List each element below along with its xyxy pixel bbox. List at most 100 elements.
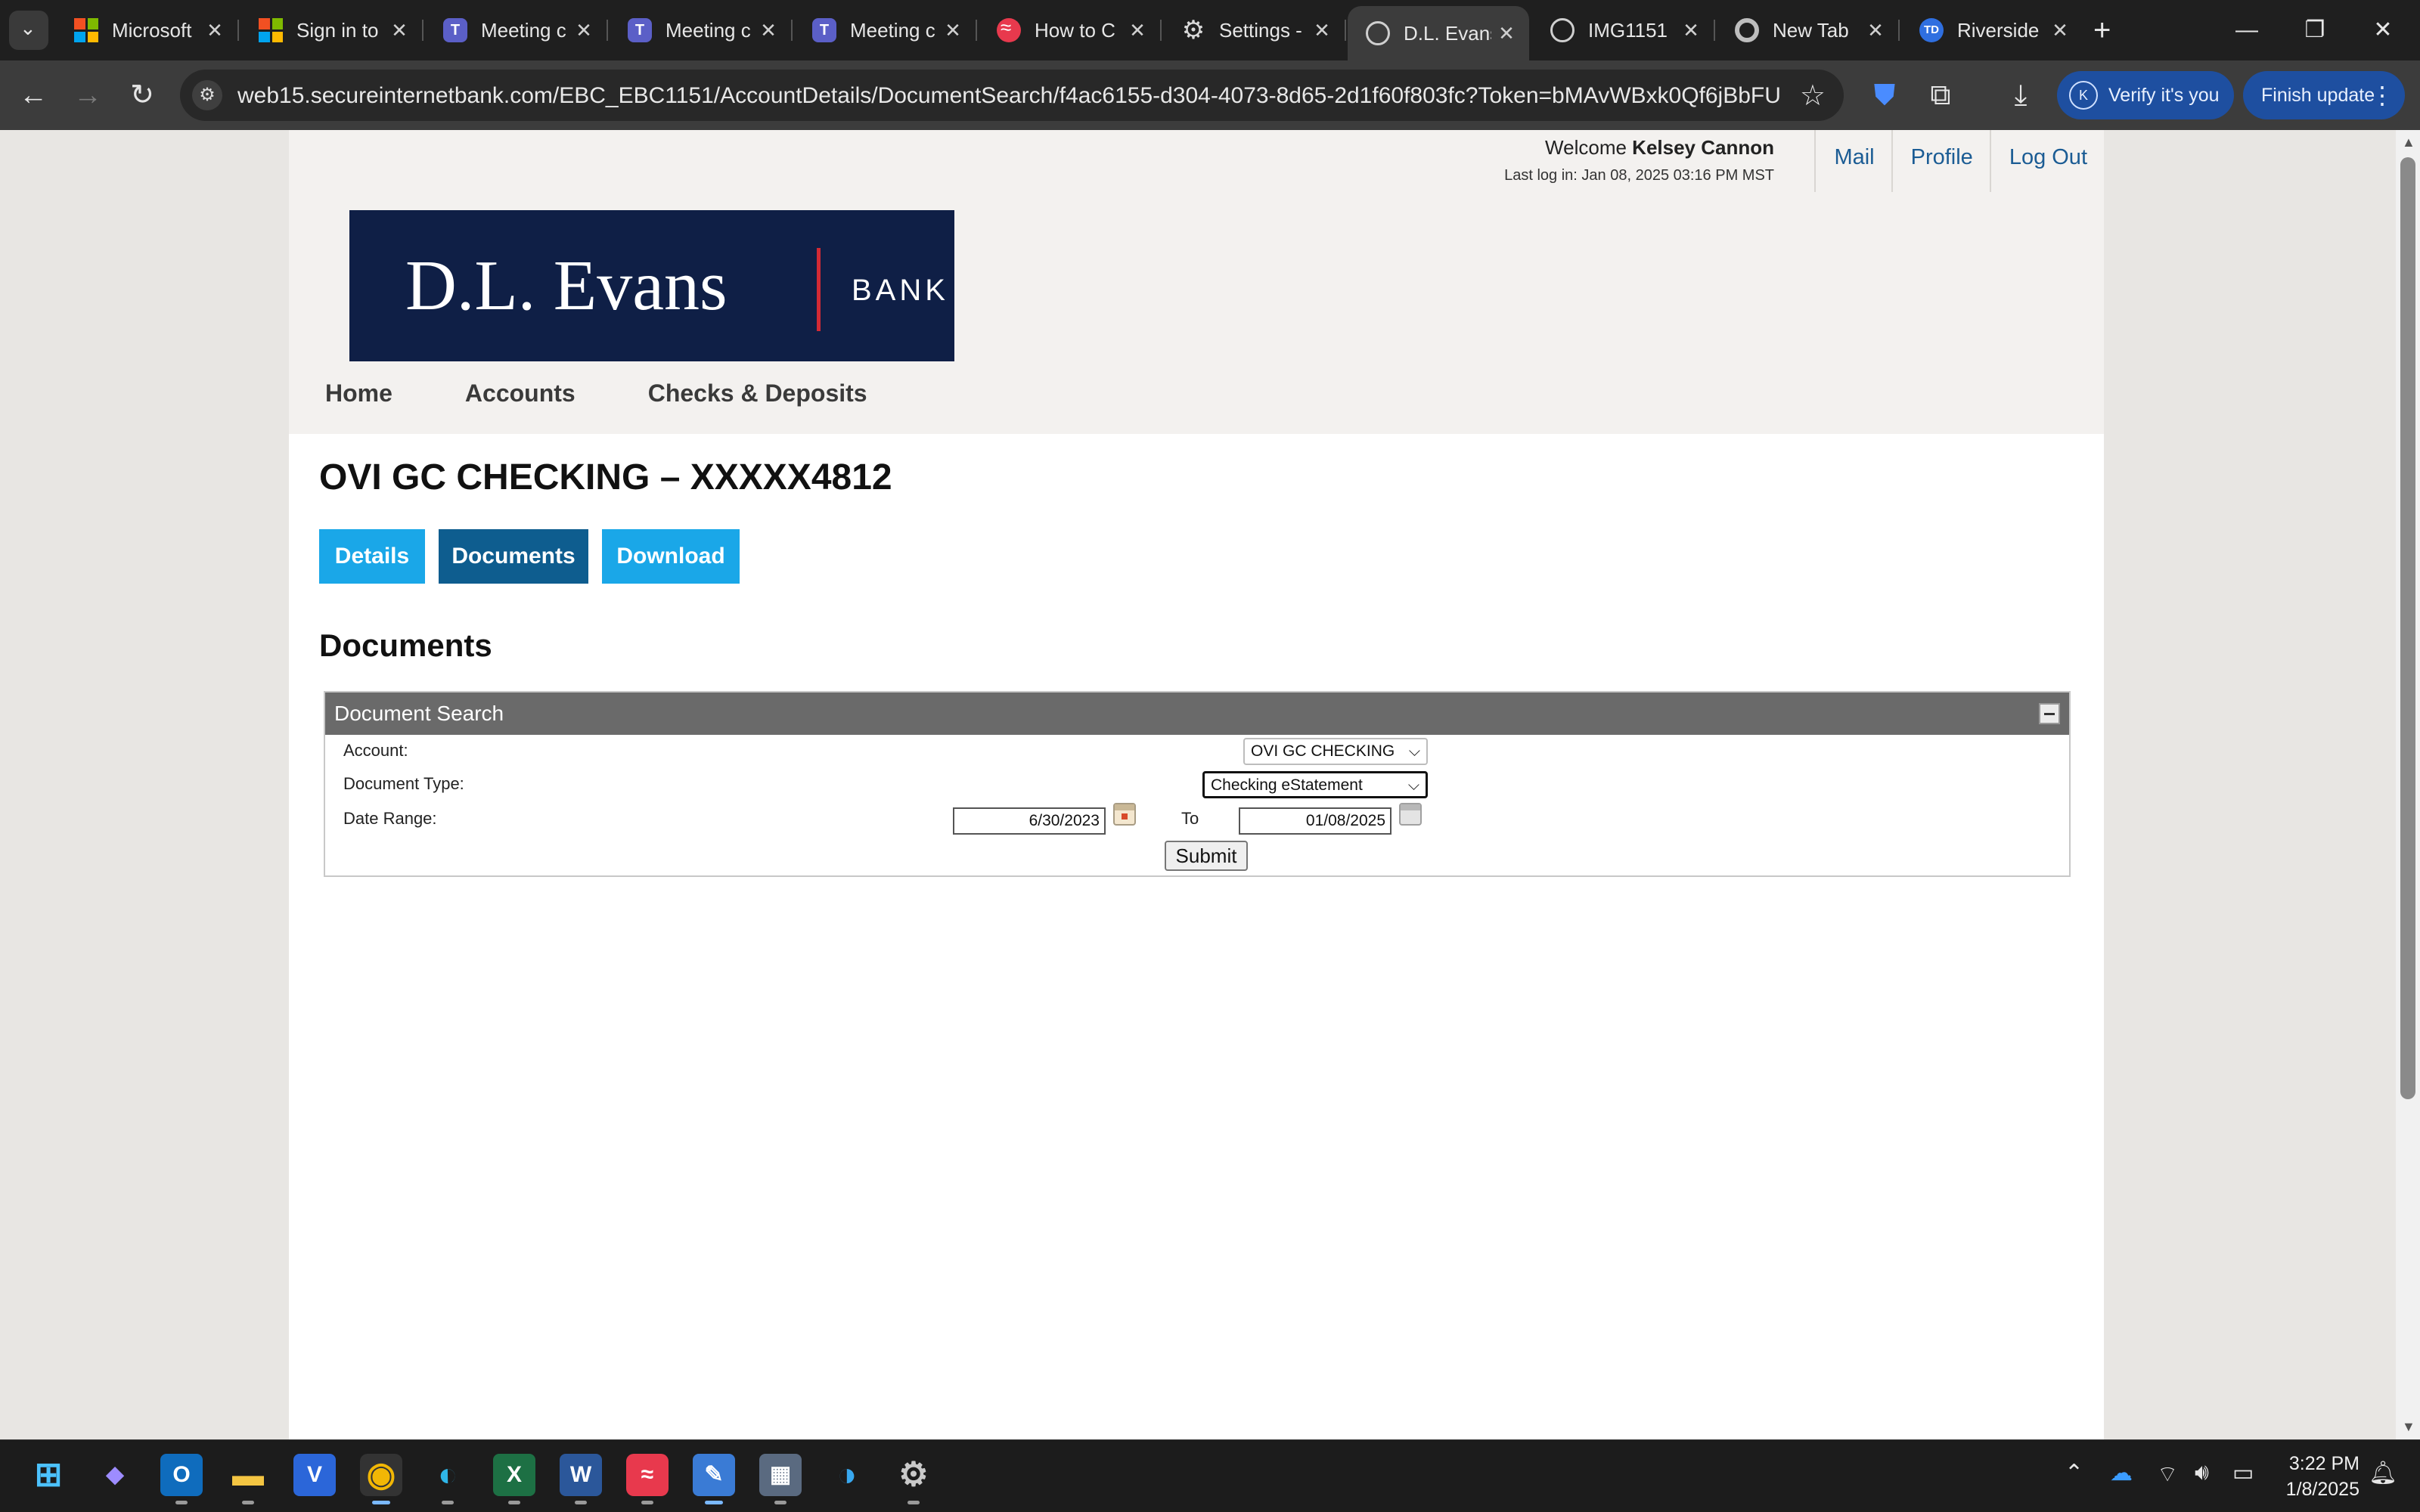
- welcome-block: Welcome Kelsey Cannon Last log in: Jan 0…: [1504, 136, 1774, 184]
- browser-tab-active[interactable]: D.L. Evans ✕: [1348, 6, 1529, 60]
- subtab-documents[interactable]: Documents: [439, 529, 588, 584]
- bookmark-star-icon[interactable]: ☆: [1800, 79, 1826, 113]
- browser-tab[interactable]: T Meeting c ✕: [794, 6, 977, 54]
- wifi-icon[interactable]: ⌔: [2157, 1460, 2178, 1489]
- scroll-down-icon[interactable]: ▼: [2402, 1419, 2415, 1435]
- word-icon[interactable]: W: [560, 1454, 602, 1504]
- page-viewport: Welcome Kelsey Cannon Last log in: Jan 0…: [0, 130, 2396, 1439]
- close-icon[interactable]: ✕: [569, 19, 599, 42]
- browser-tab[interactable]: IMG1151 ✕: [1532, 6, 1715, 54]
- volume-icon[interactable]: 🔊︎: [2195, 1460, 2209, 1486]
- browser-tab[interactable]: How to C ✕: [979, 6, 1162, 54]
- onedrive-icon[interactable]: ☁: [2110, 1460, 2133, 1486]
- shield-extension-icon[interactable]: ⛊: [1865, 76, 1904, 115]
- browser-tab[interactable]: ⚙ Settings - ✕: [1163, 6, 1346, 54]
- visio-icon[interactable]: V: [293, 1454, 336, 1496]
- pen-app-icon[interactable]: ✎: [693, 1454, 735, 1504]
- nav-accounts[interactable]: Accounts: [465, 380, 576, 434]
- documents-heading: Documents: [319, 627, 492, 663]
- tab-label: D.L. Evans: [1404, 21, 1491, 45]
- site-info-icon[interactable]: ⚙: [192, 80, 222, 110]
- teams-icon: T: [443, 18, 467, 42]
- downloads-icon[interactable]: ⤓: [2001, 76, 2040, 115]
- mail-link[interactable]: Mail: [1814, 130, 1891, 192]
- globe-icon: [1550, 18, 1575, 42]
- excel-icon[interactable]: X: [493, 1454, 535, 1504]
- browser-tab[interactable]: Microsoft ✕: [56, 6, 239, 54]
- close-icon[interactable]: ✕: [938, 19, 968, 42]
- bank-header: Welcome Kelsey Cannon Last log in: Jan 0…: [289, 130, 2104, 434]
- extensions-icon[interactable]: ⧉: [1921, 76, 1960, 115]
- calculator-icon[interactable]: ▦: [759, 1454, 802, 1504]
- verify-identity-button[interactable]: K Verify it's you: [2057, 71, 2234, 119]
- chevron-down-icon: ⌵: [1408, 743, 1420, 760]
- tab-search-button[interactable]: ⌄: [9, 11, 48, 50]
- close-icon[interactable]: ✕: [1676, 19, 1706, 42]
- address-bar[interactable]: ⚙ web15.secureinternetbank.com/EBC_EBC11…: [180, 70, 1844, 121]
- nav-home[interactable]: Home: [325, 380, 392, 434]
- finish-update-button[interactable]: Finish update ⋮: [2243, 71, 2405, 119]
- scroll-up-icon[interactable]: ▲: [2402, 135, 2415, 150]
- date-to-input[interactable]: 01/08/2025: [1239, 807, 1392, 835]
- browser-tab[interactable]: New Tab ✕: [1717, 6, 1900, 54]
- settings-icon[interactable]: ⚙: [892, 1454, 935, 1504]
- close-icon[interactable]: ✕: [384, 19, 414, 42]
- restore-button[interactable]: ❐: [2281, 11, 2349, 50]
- back-button[interactable]: ←: [15, 77, 51, 113]
- chrome-icon: [1735, 18, 1759, 42]
- calendar-icon[interactable]: [1399, 803, 1422, 826]
- reload-button[interactable]: ↻: [124, 77, 160, 113]
- date-from-input[interactable]: 6/30/2023: [953, 807, 1106, 835]
- chrome-icon[interactable]: ◉: [360, 1454, 402, 1504]
- browser-tab[interactable]: Sign in to ✕: [240, 6, 424, 54]
- microsoft-icon: [259, 18, 283, 42]
- forward-button[interactable]: →: [70, 77, 106, 113]
- profile-link[interactable]: Profile: [1891, 130, 1990, 192]
- calendar-icon[interactable]: [1113, 803, 1136, 826]
- close-icon[interactable]: ✕: [1860, 19, 1891, 42]
- minimize-button[interactable]: —: [2213, 11, 2281, 50]
- battery-icon[interactable]: ▭: [2232, 1460, 2254, 1486]
- notification-bell-icon[interactable]: 🔔︎: [2369, 1460, 2397, 1486]
- close-icon[interactable]: ✕: [200, 19, 230, 42]
- scrollbar-thumb[interactable]: [2400, 157, 2415, 1099]
- edge-dev-icon[interactable]: ◑: [826, 1454, 868, 1496]
- copilot-icon[interactable]: ◆: [94, 1454, 136, 1496]
- close-icon[interactable]: ✕: [1122, 19, 1153, 42]
- browser-tab[interactable]: T Meeting c ✕: [610, 6, 793, 54]
- close-icon[interactable]: ✕: [753, 19, 783, 42]
- logout-link[interactable]: Log Out: [1989, 130, 2104, 192]
- window-close-button[interactable]: ✕: [2349, 11, 2417, 50]
- url-text[interactable]: web15.secureinternetbank.com/EBC_EBC1151…: [237, 83, 1780, 109]
- close-icon[interactable]: ✕: [1491, 22, 1522, 45]
- bank-logo[interactable]: D.L. Evans BANK: [349, 210, 954, 361]
- subtab-download[interactable]: Download: [602, 529, 740, 584]
- more-menu-icon[interactable]: ⋮: [2370, 71, 2394, 119]
- browser-tab[interactable]: T Meeting c ✕: [425, 6, 608, 54]
- windows-start-icon[interactable]: ⊞: [27, 1454, 70, 1496]
- new-tab-button[interactable]: +: [2093, 14, 2111, 47]
- globe-icon: [1366, 21, 1390, 45]
- subtab-details[interactable]: Details: [319, 529, 425, 584]
- file-explorer-icon[interactable]: ▬: [227, 1454, 269, 1504]
- submit-button[interactable]: Submit: [1165, 841, 1248, 871]
- close-icon[interactable]: ✕: [2045, 19, 2075, 42]
- document-type-select[interactable]: Checking eStatement ⌵: [1202, 771, 1428, 798]
- date-range-label: Date Range:: [343, 809, 437, 828]
- taskbar-clock[interactable]: 3:22 PM 1/8/2025: [2269, 1451, 2360, 1502]
- account-select[interactable]: OVI GC CHECKING ⌵: [1243, 738, 1428, 765]
- collapse-icon[interactable]: [2039, 703, 2060, 724]
- edge-icon[interactable]: ◐: [427, 1454, 469, 1504]
- logo-name: D.L. Evans: [405, 246, 728, 325]
- chevron-down-icon: ⌄: [20, 17, 36, 39]
- close-icon[interactable]: ✕: [1307, 19, 1337, 42]
- document-type-label: Document Type:: [343, 774, 464, 793]
- red-app-icon[interactable]: ≈: [626, 1454, 669, 1504]
- page-scrollbar[interactable]: ▲ ▼: [2396, 130, 2420, 1439]
- red-app-icon: [997, 16, 1021, 42]
- chevron-up-icon[interactable]: ⌃: [2065, 1460, 2083, 1486]
- outlook-icon[interactable]: O: [160, 1454, 203, 1504]
- browser-tab[interactable]: TD Riverside ✕: [1901, 6, 2083, 54]
- tab-label: Sign in to: [296, 18, 379, 42]
- nav-checks-deposits[interactable]: Checks & Deposits: [648, 380, 867, 434]
